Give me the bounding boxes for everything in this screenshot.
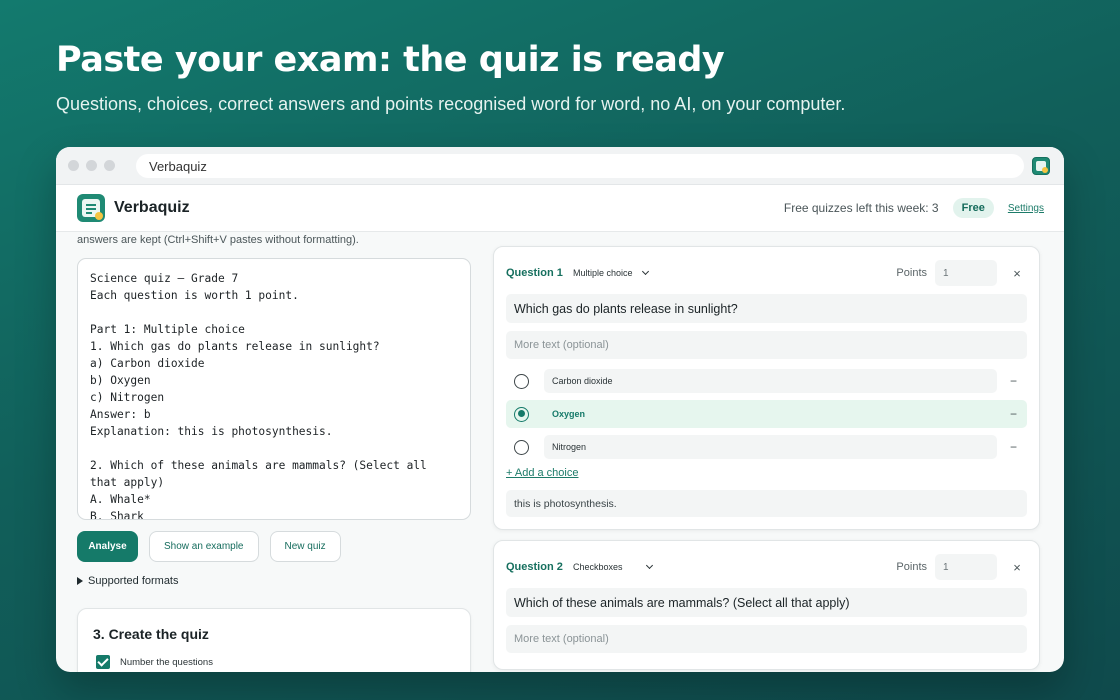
app-header: Verbaquiz Free quizzes left this week: 3… [56, 185, 1064, 232]
question-type-value: Multiple choice [573, 268, 633, 278]
number-questions-option[interactable]: Number the questions [96, 655, 213, 669]
chevron-down-icon [645, 561, 653, 570]
remove-choice-icon[interactable]: − [1010, 407, 1017, 421]
main-content: answers are kept (Ctrl+Shift+V pastes wi… [56, 232, 1064, 672]
number-questions-checkbox[interactable] [96, 655, 110, 669]
number-questions-label: Number the questions [120, 656, 213, 668]
free-quizzes-counter: Free quizzes left this week: 3 [783, 201, 939, 215]
app-name: Verbaquiz [114, 199, 190, 216]
remove-choice-icon[interactable]: − [1010, 440, 1017, 454]
points-input[interactable]: 1 [935, 554, 997, 580]
add-choice-link[interactable]: + Add a choice [506, 467, 578, 479]
choice-row-correct: Oxygen − [506, 400, 1027, 428]
show-example-button[interactable]: Show an example [149, 531, 259, 562]
choice-radio[interactable] [514, 439, 529, 455]
window-controls [68, 160, 115, 171]
disclosure-triangle-icon [77, 577, 83, 585]
supported-formats-label: Supported formats [88, 575, 179, 587]
points-label: Points [896, 267, 927, 279]
explanation-field[interactable]: this is photosynthesis. [506, 490, 1027, 517]
chevron-down-icon [641, 267, 649, 276]
question-card: Question 1 Multiple choice Points 1 × Wh… [493, 246, 1040, 530]
points-input[interactable]: 1 [935, 260, 997, 286]
question-card: Question 2 Checkboxes Points 1 × Which o… [493, 540, 1040, 670]
choice-row: Carbon dioxide − [506, 367, 1027, 395]
question-text-field[interactable]: Which gas do plants release in sunlight? [506, 294, 1027, 323]
more-text-field[interactable]: More text (optional) [506, 625, 1027, 653]
new-quiz-button[interactable]: New quiz [269, 531, 341, 562]
settings-link[interactable]: Settings [1008, 203, 1044, 214]
question-type-select[interactable]: Multiple choice [573, 267, 649, 278]
choice-text-field[interactable]: Oxygen [544, 402, 997, 426]
extension-icon[interactable] [1032, 157, 1050, 175]
question-number: Question 1 [506, 267, 563, 279]
analyse-button[interactable]: Analyse [77, 531, 138, 562]
paste-hint: answers are kept (Ctrl+Shift+V pastes wi… [77, 234, 359, 246]
close-icon[interactable]: × [1007, 560, 1027, 575]
plan-badge: Free [952, 198, 994, 218]
supported-formats-toggle[interactable]: Supported formats [77, 575, 179, 587]
address-bar[interactable]: Verbaquiz [136, 154, 1024, 178]
points-label: Points [896, 561, 927, 573]
question-number: Question 2 [506, 561, 563, 573]
question-text-field[interactable]: Which of these animals are mammals? (Sel… [506, 588, 1027, 617]
choice-text-field[interactable]: Carbon dioxide [544, 369, 997, 393]
question-type-select[interactable]: Checkboxes [573, 561, 653, 572]
close-window-dot[interactable] [68, 160, 79, 171]
browser-window: Verbaquiz Verbaquiz Free quizzes left th… [56, 147, 1064, 672]
choice-radio-selected[interactable] [514, 406, 529, 422]
hero-title: Paste your exam: the quiz is ready [56, 40, 725, 80]
close-icon[interactable]: × [1007, 266, 1027, 281]
remove-choice-icon[interactable]: − [1010, 374, 1017, 388]
create-quiz-card: 3. Create the quiz Number the questions [77, 608, 471, 672]
hero-subtitle: Questions, choices, correct answers and … [56, 94, 846, 114]
maximize-window-dot[interactable] [104, 160, 115, 171]
more-text-field[interactable]: More text (optional) [506, 331, 1027, 359]
browser-titlebar: Verbaquiz [56, 147, 1064, 185]
choice-text-field[interactable]: Nitrogen [544, 435, 997, 459]
question-type-value: Checkboxes [573, 562, 623, 572]
exam-text-area[interactable]: Science quiz – Grade 7 Each question is … [77, 258, 471, 520]
choice-row: Nitrogen − [506, 433, 1027, 461]
minimize-window-dot[interactable] [86, 160, 97, 171]
choice-radio[interactable] [514, 373, 529, 389]
create-quiz-title: 3. Create the quiz [93, 626, 209, 642]
app-logo-icon [77, 194, 105, 222]
